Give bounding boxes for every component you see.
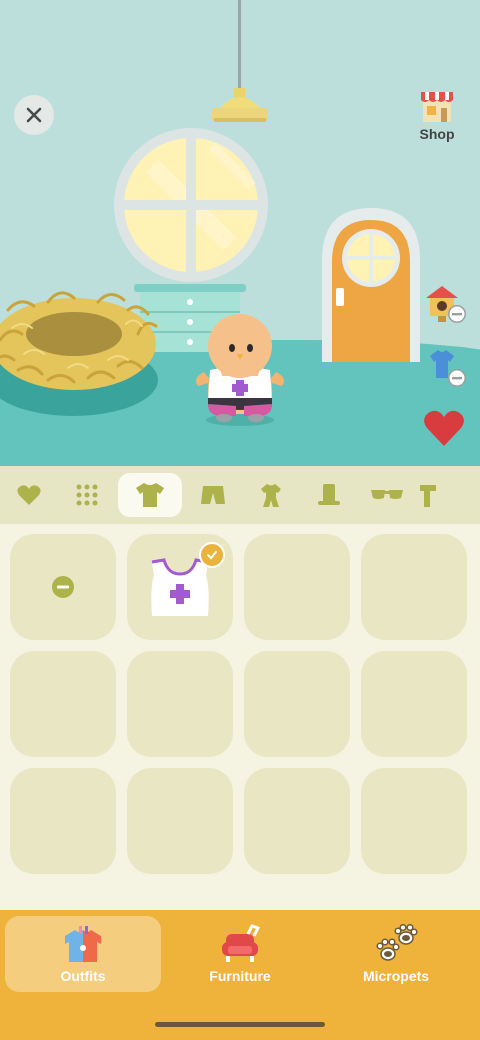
empty-slot[interactable]: [361, 768, 467, 874]
top-hat-icon: [318, 484, 340, 505]
onesie-icon: [261, 484, 281, 507]
close-icon: [26, 107, 42, 123]
outfits-icon: [65, 926, 101, 962]
remove-item-slot[interactable]: [10, 534, 116, 640]
tab-micropets-label: Micropets: [362, 968, 430, 984]
minus-circle-icon: [52, 576, 74, 598]
remove-furniture-button[interactable]: [422, 280, 468, 326]
tank-top-item-icon: [151, 558, 209, 616]
heart-icon: [424, 410, 464, 446]
item-grid: [10, 534, 470, 874]
close-button[interactable]: [14, 95, 54, 135]
category-all[interactable]: [58, 473, 116, 517]
shop-icon: [421, 92, 453, 122]
tshirt-icon: [136, 483, 164, 507]
empty-slot[interactable]: [361, 534, 467, 640]
paw-prints-icon: [376, 924, 418, 961]
empty-slot[interactable]: [244, 651, 350, 757]
empty-slot[interactable]: [244, 768, 350, 874]
tab-micropets[interactable]: Micropets: [318, 916, 474, 992]
shorts-icon: [201, 486, 225, 504]
category-bar: [0, 466, 480, 524]
empty-slot[interactable]: [10, 651, 116, 757]
sunglasses-icon: [371, 490, 403, 499]
straw-nest: [0, 291, 158, 416]
category-favorites[interactable]: [0, 473, 58, 517]
armchair-icon: [222, 924, 261, 962]
character-avatar: [196, 314, 284, 426]
tab-furniture[interactable]: Furniture: [162, 916, 318, 992]
grid-dots-icon: [76, 484, 98, 506]
category-onesies[interactable]: [242, 473, 300, 517]
category-tops[interactable]: [118, 473, 182, 517]
heart-icon: [17, 485, 41, 505]
empty-slot[interactable]: [10, 768, 116, 874]
empty-slot[interactable]: [127, 768, 233, 874]
remove-outfit-button[interactable]: [422, 346, 468, 392]
home-indicator: [155, 1022, 325, 1027]
category-hats[interactable]: [300, 473, 358, 517]
ceiling-lamp: [212, 0, 268, 122]
room-scene: Shop: [0, 0, 480, 466]
bottom-nav: Outfits Furniture Micropets: [0, 910, 480, 1040]
scarf-icon: [420, 485, 436, 507]
category-glasses[interactable]: [358, 473, 416, 517]
round-window: [114, 128, 268, 282]
category-scarves[interactable]: [416, 473, 446, 517]
shirt-remove-icon: [430, 350, 466, 387]
empty-slot[interactable]: [127, 651, 233, 757]
tab-outfits-label: Outfits: [60, 968, 106, 984]
birdhouse-remove-icon: [426, 286, 466, 323]
category-bottoms[interactable]: [184, 473, 242, 517]
shop-button[interactable]: Shop: [412, 84, 462, 144]
favorite-button[interactable]: [422, 408, 466, 448]
item-slot-tank-top[interactable]: [127, 534, 233, 640]
empty-slot[interactable]: [361, 651, 467, 757]
tab-furniture-label: Furniture: [209, 968, 271, 984]
empty-slot[interactable]: [244, 534, 350, 640]
selected-check-badge: [199, 542, 225, 568]
door: [322, 208, 420, 362]
tab-outfits[interactable]: Outfits: [5, 916, 161, 992]
shop-label: Shop: [419, 126, 455, 142]
outfit-screen: Shop Outfits Furniture Micropets: [0, 0, 480, 1040]
checkmark-icon: [207, 551, 217, 560]
